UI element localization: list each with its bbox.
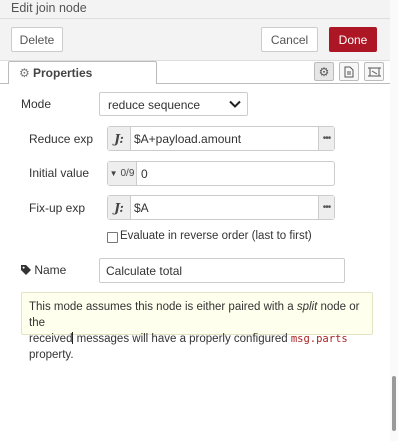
initial-value-label: Initial value (29, 166, 90, 180)
tab-bar: ⚙ Properties ⚙ (0, 61, 390, 84)
tray-title: Edit join node (11, 1, 87, 15)
tip-text-5: messages will have a properly configured (73, 333, 291, 345)
ellipsis-icon: ••• (322, 133, 331, 144)
name-input[interactable]: Calculate total (99, 258, 345, 283)
fixup-exp-expand-button[interactable]: ••• (318, 196, 334, 219)
tip-text-1: This mode assumes this node is either pa… (29, 301, 297, 313)
delete-button[interactable]: Delete (11, 27, 63, 52)
tray-toolbar: Delete Cancel Done (0, 19, 390, 61)
fixup-exp-input[interactable]: J: $A ••• (107, 195, 335, 220)
initial-value-type-button[interactable]: ▼ 0/9 (108, 162, 137, 185)
reverse-order-checkbox[interactable] (107, 232, 118, 243)
gear-icon: ⚙ (19, 66, 30, 80)
scrollbar-track (390, 0, 398, 441)
tab-properties[interactable]: ⚙ Properties (8, 61, 157, 84)
ellipsis-icon: ••• (322, 202, 331, 213)
tag-icon (21, 265, 31, 275)
tab-properties-label: Properties (33, 66, 93, 80)
frame-icon (367, 67, 381, 76)
reduce-exp-input[interactable]: J: $A+payload.amount ••• (107, 126, 335, 151)
help-tip: This mode assumes this node is either pa… (21, 292, 373, 361)
mode-select[interactable]: reduce sequence (99, 92, 248, 116)
initial-value-type-label: 0/9 (120, 168, 135, 179)
fixup-exp-type-button[interactable]: J: (108, 196, 131, 219)
gear-icon: ⚙ (318, 64, 330, 79)
tab-appearance[interactable] (364, 62, 384, 81)
reduce-exp-type-button[interactable]: J: (108, 127, 131, 150)
mode-select-value: reduce sequence (108, 98, 201, 112)
cancel-button[interactable]: Cancel (261, 27, 318, 52)
tip-text-4: received (29, 333, 73, 345)
tab-settings[interactable]: ⚙ (314, 62, 334, 81)
tip-text-split: split (296, 301, 318, 313)
caret-down-icon: ▼ (109, 169, 118, 178)
tip-text-7: property. (29, 349, 74, 361)
mode-label: Mode (21, 97, 52, 111)
reduce-exp-value: $A+payload.amount (134, 132, 242, 146)
tray-header: Edit join node (0, 0, 390, 19)
reduce-exp-expand-button[interactable]: ••• (318, 127, 334, 150)
chevron-down-icon (229, 100, 241, 108)
name-label-group: Name (21, 263, 66, 277)
document-icon (344, 66, 354, 77)
tip-code-msg-parts: msg.parts (290, 333, 348, 345)
initial-value-value: 0 (141, 167, 148, 181)
reduce-exp-label: Reduce exp (29, 132, 94, 146)
fixup-exp-value: $A (134, 201, 149, 215)
initial-value-input[interactable]: ▼ 0/9 0 (107, 161, 335, 186)
done-button[interactable]: Done (329, 27, 377, 52)
scrollbar-thumb[interactable] (392, 376, 396, 431)
name-input-value: Calculate total (106, 264, 183, 278)
name-label: Name (34, 263, 67, 277)
reverse-order-label: Evaluate in reverse order (last to first… (120, 230, 312, 242)
tab-description[interactable] (339, 62, 359, 81)
fixup-exp-label: Fix-up exp (29, 201, 86, 215)
